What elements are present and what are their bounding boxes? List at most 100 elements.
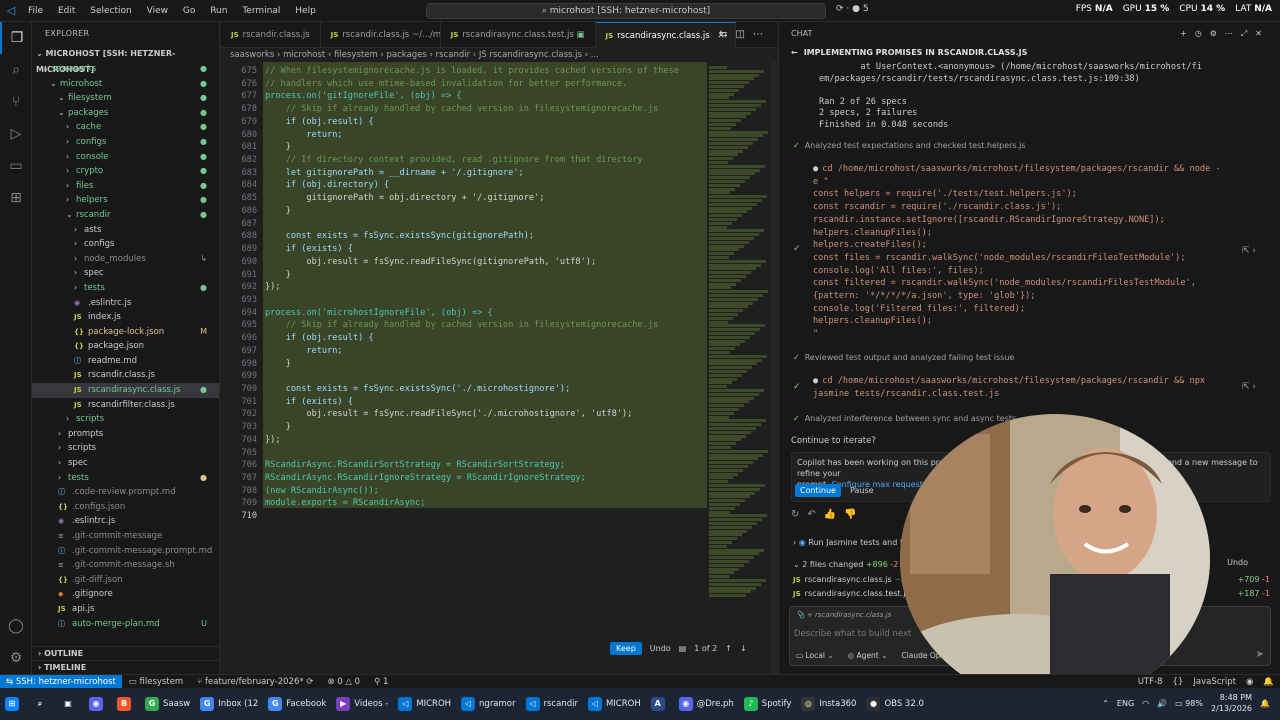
tree-item[interactable]: JS rscandir.class.js xyxy=(32,368,219,383)
taskbar-app[interactable]: ◁ MICROH xyxy=(583,688,646,720)
outline-section[interactable]: › OUTLINE xyxy=(32,646,219,660)
step-analyzed-expectations[interactable]: ✓ Analyzed test expectations and checked … xyxy=(793,141,1026,150)
tab-rscandir-class-remote[interactable]: JSrscandir.class.js ~/.../microhost/file… xyxy=(321,22,441,48)
tree-item[interactable]: › scripts xyxy=(32,412,219,427)
tree-item[interactable]: › tests ● xyxy=(32,281,219,296)
code-line[interactable]: if (exists) { xyxy=(265,243,679,256)
code-line[interactable]: // handlers which use mtime-based invali… xyxy=(265,78,679,91)
menu-terminal[interactable]: Terminal xyxy=(236,6,286,16)
changed-file-item[interactable]: JS rscandirasync.class.test.js xyxy=(793,589,910,598)
menu-run[interactable]: Run xyxy=(204,6,233,16)
settings-gear-icon[interactable]: ⚙ xyxy=(0,642,32,674)
code-line[interactable]: RScandirAsync.RScandirSortStrategy = RSc… xyxy=(265,459,679,472)
code-line[interactable]: gitignorePath = obj.directory + '/.gitig… xyxy=(265,192,679,205)
tree-item[interactable]: › files ● xyxy=(32,179,219,194)
language-indicator[interactable]: JavaScript xyxy=(1193,677,1236,687)
copilot-status-icon[interactable]: ◉ xyxy=(1246,677,1253,687)
undo-icon[interactable]: ↶ xyxy=(807,509,823,520)
taskbar-app[interactable]: A xyxy=(646,688,674,720)
code-line[interactable]: process.on('gitIgnoreFile', (obj) => { xyxy=(265,90,679,103)
taskbar-app[interactable]: ◉ xyxy=(84,688,112,720)
continue-button[interactable]: Continue xyxy=(795,484,841,497)
taskbar-app[interactable]: ⌕ xyxy=(28,688,56,720)
tree-item[interactable]: ≡ .git-commit-message xyxy=(32,529,219,544)
pause-button[interactable]: Pause xyxy=(845,484,879,497)
tree-item[interactable]: › tests ● xyxy=(32,471,219,486)
menu-selection[interactable]: Selection xyxy=(84,6,137,16)
tree-item[interactable]: ≡ .git-commit-message.sh xyxy=(32,558,219,573)
code-line[interactable] xyxy=(265,510,679,523)
wifi-icon[interactable]: ◠ xyxy=(1142,699,1149,708)
tree-item[interactable]: › cache ● xyxy=(32,120,219,135)
problems-indicator[interactable]: ⊗ 0 △ 0 xyxy=(320,677,367,687)
thumbs-up-icon[interactable]: 👍 xyxy=(824,509,844,520)
code-line[interactable]: return; xyxy=(265,345,679,358)
arrow-up-icon[interactable]: ↑ xyxy=(725,644,732,653)
settings-icon[interactable]: ⚙ xyxy=(1210,29,1225,38)
taskbar-app[interactable]: ● OBS 32.0 xyxy=(861,688,928,720)
remote-indicator[interactable]: ⇆ SSH: hetzner-microhost xyxy=(0,674,122,689)
code-line[interactable]: } xyxy=(265,205,679,218)
code-line[interactable]: return; xyxy=(265,129,679,142)
tab-rscandirasync-test[interactable]: JS rscandirasync.class.test.js ▣ xyxy=(441,22,596,48)
tree-item[interactable]: ◉ .eslintrc.js xyxy=(32,514,219,529)
tray-chevron-icon[interactable]: ⌃ xyxy=(1102,699,1109,708)
extensions-icon[interactable]: ⊞ xyxy=(0,182,32,214)
source-control-icon[interactable]: ⑂ xyxy=(0,86,32,118)
tree-item[interactable]: › spec xyxy=(32,266,219,281)
tree-item[interactable]: › console ● xyxy=(32,150,219,165)
timeline-section[interactable]: › TIMELINE xyxy=(32,660,219,674)
tree-item[interactable]: ◉ .eslintrc.js xyxy=(32,296,219,311)
taskbar-app[interactable]: G Facebook xyxy=(263,688,331,720)
undo-button[interactable]: Undo xyxy=(650,644,671,653)
taskbar-app[interactable]: G Inbox (12 xyxy=(195,688,263,720)
breadcrumb[interactable]: saasworks › microhost › filesystem › pac… xyxy=(221,48,777,62)
tree-item[interactable]: › node_modules ↳ xyxy=(32,252,219,267)
minimap[interactable] xyxy=(707,62,771,674)
more-actions-icon[interactable]: ⋯ xyxy=(753,29,771,40)
maximize-icon[interactable]: ⤢ xyxy=(1241,29,1255,38)
code-line[interactable]: } xyxy=(265,421,679,434)
bell-icon[interactable]: 🔔 xyxy=(1263,677,1274,687)
split-editor-icon[interactable]: ◫ xyxy=(736,29,753,40)
history-icon[interactable]: ◷ xyxy=(1195,29,1210,38)
taskbar-app[interactable]: ◉ @Dre.ph xyxy=(674,688,739,720)
taskbar-app[interactable]: ◁ ngramor xyxy=(456,688,520,720)
taskbar-app[interactable]: ♪ Spotify xyxy=(739,688,797,720)
code-line[interactable] xyxy=(265,294,679,307)
terminal-command-2[interactable]: ● cd /home/microhost/saasworks/microhost/… xyxy=(813,375,1253,400)
run-task-item[interactable]: › ◉ Run Jasmine tests and fix... xyxy=(793,538,917,547)
menu-file[interactable]: File xyxy=(22,6,49,16)
code-line[interactable]: }); xyxy=(265,281,679,294)
code-line[interactable]: // Skip if already handled by cached ver… xyxy=(265,319,679,332)
explorer-icon[interactable]: ❐ xyxy=(0,22,32,54)
tree-item[interactable]: ⓘ .git-commit-message.prompt.md xyxy=(32,544,219,559)
thumbs-down-icon[interactable]: 👎 xyxy=(844,509,864,520)
menu-edit[interactable]: Edit xyxy=(52,6,81,16)
clock[interactable]: 8:48 PM 2/13/2026 xyxy=(1211,692,1252,714)
code-line[interactable]: let gitignorePath = __dirname + '/.gitig… xyxy=(265,167,679,180)
tree-item[interactable]: › configs ● xyxy=(32,135,219,150)
tree-item[interactable]: › crypto ● xyxy=(32,164,219,179)
code-line[interactable]: const exists = fsSync.existsSync(gitigno… xyxy=(265,230,679,243)
files-changed-summary[interactable]: ⌄ 2 files changed +896 -2 xyxy=(793,560,898,569)
encoding-indicator[interactable]: UTF-8 xyxy=(1138,677,1163,687)
tab-rscandir-class[interactable]: JS rscandir.class.js xyxy=(221,22,321,48)
code-line[interactable]: } xyxy=(265,358,679,371)
folder-indicator[interactable]: ▭ filesystem xyxy=(122,677,190,687)
tab-rscandirasync-class[interactable]: JS rscandirasync.class.js ✕ xyxy=(595,22,736,48)
code-line[interactable]: obj.result = fsSync.readFileSync(gitigno… xyxy=(265,256,679,269)
tree-item[interactable]: JS api.js xyxy=(32,602,219,617)
tree-item[interactable]: {} .configs.json xyxy=(32,500,219,515)
code-line[interactable]: process.on('microhostIgnoreFile', (obj) … xyxy=(265,307,679,320)
attached-file-chip[interactable]: 📎 + rscandirasync.class.js xyxy=(796,611,891,619)
new-chat-icon[interactable]: + xyxy=(1180,29,1195,38)
taskbar-app[interactable]: ◁ MICROH xyxy=(393,688,456,720)
terminal-expand-icon[interactable]: ⇱ › xyxy=(1242,246,1256,256)
taskbar-app[interactable]: B xyxy=(112,688,140,720)
terminal-command-1[interactable]: ● cd /home/microhost/saasworks/microhost/… xyxy=(813,163,1253,341)
tree-item[interactable]: ⌄ saasworks ● xyxy=(32,62,219,77)
code-line[interactable]: // If directory context provided, read .… xyxy=(265,154,679,167)
arrow-down-icon[interactable]: ↓ xyxy=(740,644,747,653)
code-line[interactable] xyxy=(265,370,679,383)
